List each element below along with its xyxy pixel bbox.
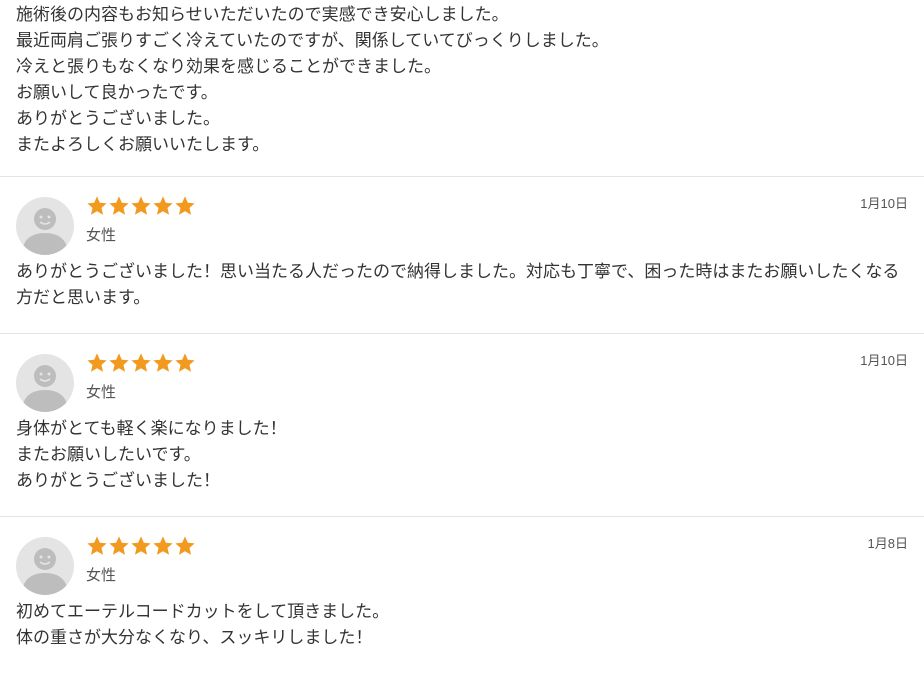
- review-list: 施術後の内容もお知らせいただいたので実感でき安心しました。 最近両肩ご張りすごく…: [0, 0, 924, 673]
- star-icon: [153, 196, 173, 215]
- review-item: 女性 1月10日 ありがとうございました！思い当たる人だったので納得しました。対…: [0, 177, 924, 334]
- star-icon: [87, 353, 107, 372]
- star-icon: [131, 353, 151, 372]
- review-header: 女性 1月8日: [16, 535, 908, 595]
- review-header: 女性 1月10日: [16, 352, 908, 412]
- review-date: 1月10日: [860, 196, 908, 211]
- star-rating: [86, 352, 196, 376]
- review-text: 身体がとても軽く楽になりました！ またお願いしたいです。 ありがとうございました…: [16, 419, 287, 491]
- review-text: 施術後の内容もお知らせいただいたので実感でき安心しました。 最近両肩ご張りすごく…: [16, 5, 609, 155]
- review-text: ありがとうございました！思い当たる人だったので納得しました。対応も丁寧で、困った…: [16, 262, 900, 308]
- star-icon: [175, 353, 195, 372]
- reviewer-gender: 女性: [86, 383, 117, 401]
- reviewer-gender: 女性: [86, 566, 117, 584]
- star-icon: [131, 196, 151, 215]
- review-item: 施術後の内容もお知らせいただいたので実感でき安心しました。 最近両肩ご張りすごく…: [0, 0, 924, 177]
- review-item: 女性 1月10日 身体がとても軽く楽になりました！ またお願いしたいです。 あり…: [0, 334, 924, 517]
- star-icon: [153, 536, 173, 555]
- star-icon: [153, 353, 173, 372]
- star-icon: [87, 196, 107, 215]
- star-rating: [86, 195, 196, 219]
- star-icon: [109, 536, 129, 555]
- star-rating: [86, 535, 196, 559]
- reviewer-gender: 女性: [86, 226, 117, 244]
- star-icon: [175, 196, 195, 215]
- star-icon: [109, 196, 129, 215]
- review-date: 1月8日: [867, 536, 908, 551]
- review-text: 初めてエーテルコードカットをして頂きました。 体の重さが大分なくなり、スッキリし…: [16, 602, 390, 648]
- avatar-icon: [16, 537, 74, 595]
- star-icon: [87, 536, 107, 555]
- review-item: 女性 1月8日 初めてエーテルコードカットをして頂きました。 体の重さが大分なく…: [0, 517, 924, 673]
- star-icon: [131, 536, 151, 555]
- avatar-icon: [16, 197, 74, 255]
- avatar-icon: [16, 354, 74, 412]
- star-icon: [109, 353, 129, 372]
- star-icon: [175, 536, 195, 555]
- review-date: 1月10日: [860, 353, 908, 368]
- review-header: 女性 1月10日: [16, 195, 908, 255]
